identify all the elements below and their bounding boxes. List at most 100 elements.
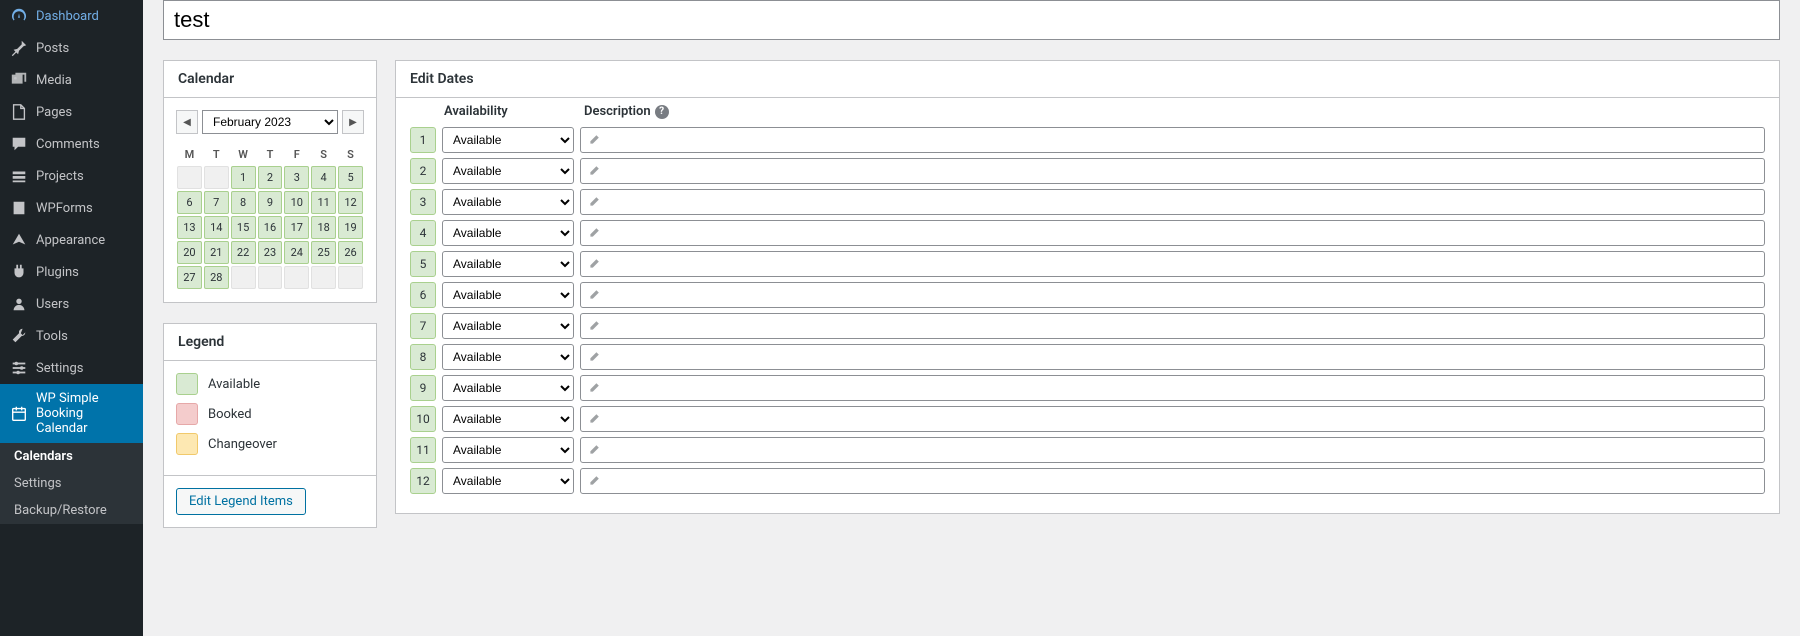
pencil-icon (588, 320, 600, 332)
submenu-item-calendars[interactable]: Calendars (0, 443, 143, 470)
help-icon[interactable]: ? (655, 105, 669, 119)
calendar-day[interactable]: 9 (258, 191, 283, 214)
sidebar-item-media[interactable]: Media (0, 64, 143, 96)
weekday-header: F (283, 144, 310, 165)
legend-swatch (176, 403, 198, 425)
sidebar-item-label: WPForms (36, 201, 93, 216)
calendar-day-empty (338, 266, 363, 289)
description-input[interactable] (580, 468, 1765, 494)
sidebar-item-pages[interactable]: Pages (0, 96, 143, 128)
description-input[interactable] (580, 437, 1765, 463)
availability-select[interactable]: Available (442, 220, 574, 246)
calendar-icon (10, 405, 28, 423)
availability-select[interactable]: Available (442, 344, 574, 370)
calendar-day[interactable]: 2 (258, 166, 283, 189)
calendar-day[interactable]: 16 (258, 216, 283, 239)
calendar-day[interactable]: 19 (338, 216, 363, 239)
calendar-day[interactable]: 24 (284, 241, 309, 264)
calendar-day[interactable]: 4 (311, 166, 336, 189)
sidebar-item-posts[interactable]: Posts (0, 32, 143, 64)
sidebar-item-wp-simple-booking-calendar[interactable]: WP Simple Booking Calendar (0, 384, 143, 443)
calendar-day[interactable]: 10 (284, 191, 309, 214)
availability-select[interactable]: Available (442, 313, 574, 339)
prev-month-button[interactable]: ◀ (176, 110, 198, 134)
availability-select[interactable]: Available (442, 189, 574, 215)
sidebar-item-dashboard[interactable]: Dashboard (0, 0, 143, 32)
availability-select[interactable]: Available (442, 251, 574, 277)
description-input[interactable] (580, 375, 1765, 401)
sidebar-item-projects[interactable]: Projects (0, 160, 143, 192)
sidebar-item-label: Comments (36, 137, 100, 152)
description-input[interactable] (580, 313, 1765, 339)
description-input[interactable] (580, 344, 1765, 370)
calendar-day-empty (231, 266, 256, 289)
availability-select[interactable]: Available (442, 468, 574, 494)
sidebar-item-wpforms[interactable]: WPForms (0, 192, 143, 224)
date-row: 12 Available (410, 468, 1765, 494)
calendar-day[interactable]: 7 (204, 191, 229, 214)
calendar-day[interactable]: 17 (284, 216, 309, 239)
sidebar-item-settings[interactable]: Settings (0, 352, 143, 384)
users-icon (10, 295, 28, 313)
edit-legend-button[interactable]: Edit Legend Items (176, 488, 306, 515)
calendar-day[interactable]: 13 (177, 216, 202, 239)
sidebar-item-label: WP Simple Booking Calendar (36, 391, 133, 436)
availability-select[interactable]: Available (442, 437, 574, 463)
calendar-day[interactable]: 26 (338, 241, 363, 264)
description-input[interactable] (580, 251, 1765, 277)
description-input[interactable] (580, 220, 1765, 246)
weekday-header: T (203, 144, 230, 165)
calendar-day[interactable]: 22 (231, 241, 256, 264)
calendar-day[interactable]: 6 (177, 191, 202, 214)
availability-header: Availability (444, 104, 576, 119)
submenu-item-settings[interactable]: Settings (0, 470, 143, 497)
calendar-panel: Calendar ◀ February 2023 ▶ (163, 60, 377, 303)
calendar-day-empty (258, 266, 283, 289)
calendar-day[interactable]: 27 (177, 266, 202, 289)
calendar-day[interactable]: 11 (311, 191, 336, 214)
calendar-day[interactable]: 18 (311, 216, 336, 239)
availability-select[interactable]: Available (442, 158, 574, 184)
calendar-day[interactable]: 8 (231, 191, 256, 214)
settings-icon (10, 359, 28, 377)
legend-row: Available (176, 373, 364, 395)
next-month-button[interactable]: ▶ (342, 110, 364, 134)
availability-select[interactable]: Available (442, 282, 574, 308)
calendar-day[interactable]: 25 (311, 241, 336, 264)
description-input[interactable] (580, 282, 1765, 308)
submenu-item-backup-restore[interactable]: Backup/Restore (0, 497, 143, 524)
pencil-icon (588, 165, 600, 177)
availability-select[interactable]: Available (442, 375, 574, 401)
calendar-day[interactable]: 12 (338, 191, 363, 214)
calendar-day-empty (204, 166, 229, 189)
sidebar-item-comments[interactable]: Comments (0, 128, 143, 160)
calendar-day[interactable]: 23 (258, 241, 283, 264)
sidebar-item-tools[interactable]: Tools (0, 320, 143, 352)
month-select[interactable]: February 2023 (202, 110, 338, 134)
calendar-day[interactable]: 28 (204, 266, 229, 289)
description-input[interactable] (580, 158, 1765, 184)
projects-icon (10, 167, 28, 185)
calendar-title-input[interactable] (163, 0, 1780, 40)
calendar-day[interactable]: 5 (338, 166, 363, 189)
description-input[interactable] (580, 189, 1765, 215)
calendar-day[interactable]: 1 (231, 166, 256, 189)
day-badge: 8 (410, 344, 436, 370)
sidebar-item-label: Media (36, 73, 72, 88)
pencil-icon (588, 382, 600, 394)
sidebar-item-appearance[interactable]: Appearance (0, 224, 143, 256)
calendar-day[interactable]: 15 (231, 216, 256, 239)
day-badge: 11 (410, 437, 436, 463)
day-badge: 3 (410, 189, 436, 215)
calendar-day[interactable]: 21 (204, 241, 229, 264)
triangle-right-icon: ▶ (349, 117, 357, 128)
sidebar-item-users[interactable]: Users (0, 288, 143, 320)
availability-select[interactable]: Available (442, 406, 574, 432)
calendar-day[interactable]: 14 (204, 216, 229, 239)
description-input[interactable] (580, 127, 1765, 153)
calendar-day[interactable]: 20 (177, 241, 202, 264)
availability-select[interactable]: Available (442, 127, 574, 153)
calendar-day[interactable]: 3 (284, 166, 309, 189)
description-input[interactable] (580, 406, 1765, 432)
sidebar-item-plugins[interactable]: Plugins (0, 256, 143, 288)
